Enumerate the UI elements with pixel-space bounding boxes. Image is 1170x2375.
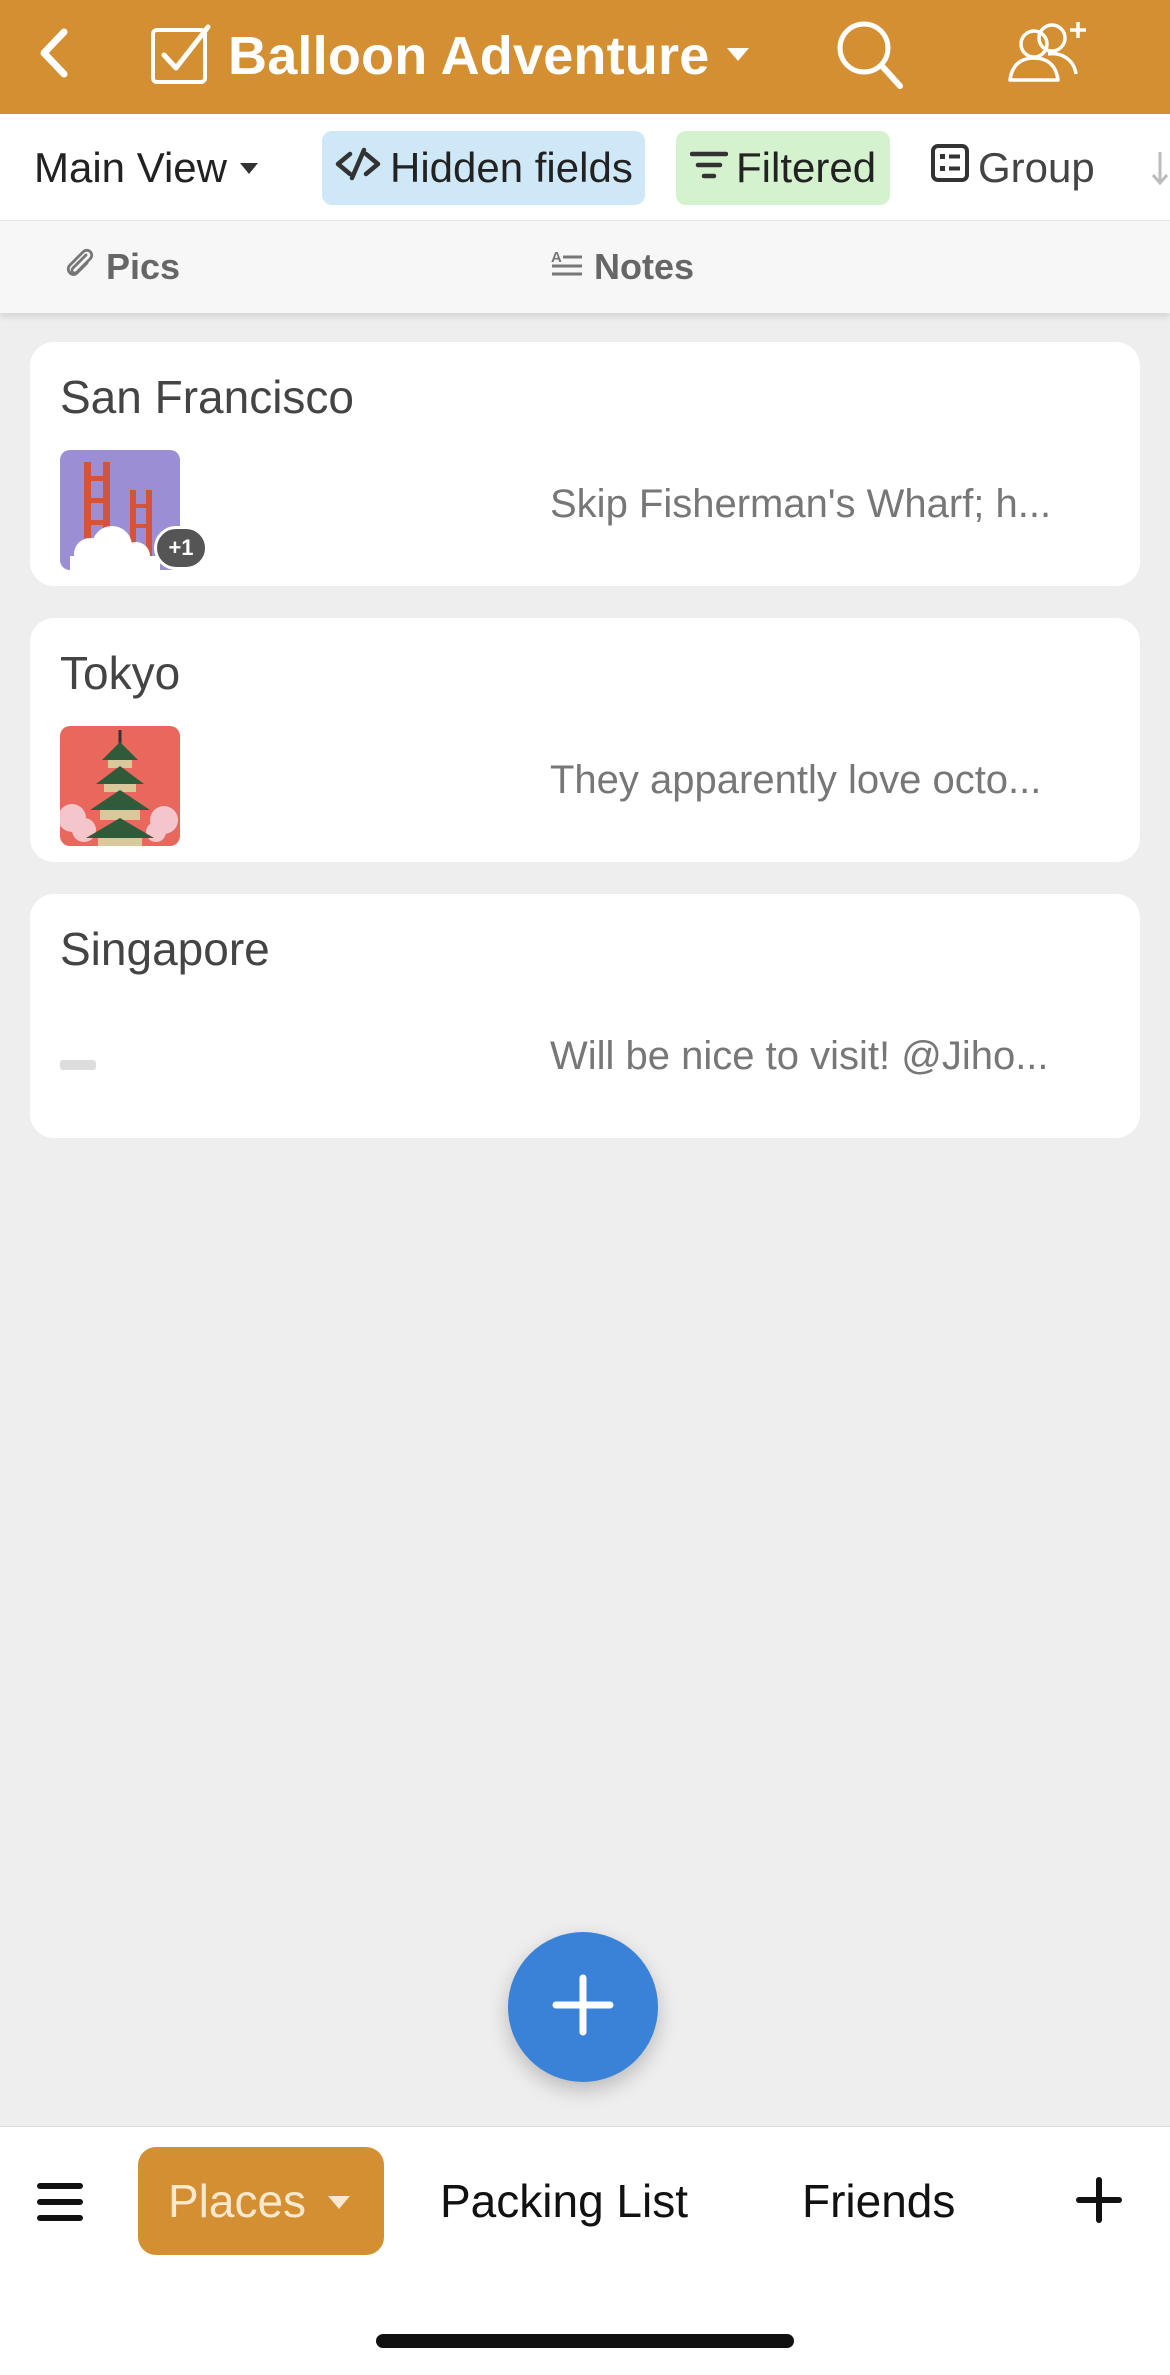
- filter-icon: [689, 144, 729, 192]
- eye-hidden-icon: [334, 144, 382, 192]
- view-name-label: Main View: [34, 144, 227, 191]
- hamburger-menu-icon[interactable]: [36, 2177, 90, 2227]
- column-pics[interactable]: Pics: [62, 221, 180, 313]
- add-record-button[interactable]: [508, 1932, 658, 2082]
- top-bar: Balloon Adventure: [0, 0, 1170, 114]
- plus-icon: [550, 1972, 616, 2043]
- back-chevron-icon[interactable]: [22, 18, 92, 88]
- record-name: San Francisco: [60, 371, 355, 423]
- column-notes-label: Notes: [594, 246, 695, 287]
- record-name: Tokyo: [60, 647, 181, 699]
- paperclip-icon: [62, 245, 96, 290]
- view-switcher-button[interactable]: Main View: [34, 131, 263, 205]
- add-table-icon[interactable]: [1074, 2175, 1124, 2225]
- caret-down-icon: [324, 2174, 354, 2228]
- record-note: Will be nice to visit! @Jiho...: [550, 1034, 1049, 1078]
- group-label: Group: [978, 144, 1095, 191]
- record-card[interactable]: Tokyo They apparently love octo...: [30, 618, 1140, 862]
- long-text-icon: A: [550, 246, 584, 288]
- column-pics-label: Pics: [106, 246, 181, 287]
- record-card[interactable]: San Francisco +1 Skip Fisherman's Wharf;…: [30, 342, 1140, 586]
- extra-attachments-badge: +1: [154, 526, 208, 570]
- filter-button[interactable]: Filtered: [676, 131, 891, 205]
- checkbox-icon: [148, 21, 214, 92]
- record-card[interactable]: Singapore Will be nice to visit! @Jiho..…: [30, 894, 1140, 1138]
- hidden-fields-button[interactable]: Hidden fields: [322, 131, 645, 205]
- base-title-button[interactable]: Balloon Adventure: [148, 14, 753, 98]
- caret-down-icon: [723, 39, 753, 74]
- column-notes[interactable]: A Notes: [550, 221, 694, 313]
- record-name: Singapore: [60, 923, 270, 975]
- record-note: Skip Fisherman's Wharf; h...: [550, 482, 1052, 526]
- hidden-fields-label: Hidden fields: [390, 144, 633, 191]
- tab-places-label: Places: [167, 2175, 307, 2227]
- group-button[interactable]: Group: [930, 131, 1095, 205]
- group-icon: [930, 143, 970, 193]
- home-indicator: [376, 2334, 794, 2348]
- caret-down-icon: [235, 144, 263, 192]
- view-toolbar: Main View Hidden fields Filtered Group: [0, 114, 1170, 220]
- tab-friends[interactable]: Friends: [802, 2147, 955, 2255]
- svg-text:A: A: [551, 249, 562, 266]
- filtered-label: Filtered: [736, 144, 877, 191]
- share-users-icon[interactable]: [1004, 14, 1100, 94]
- base-title: Balloon Adventure: [228, 26, 710, 86]
- search-icon[interactable]: [830, 14, 910, 94]
- record-note: They apparently love octo...: [550, 758, 1042, 802]
- empty-attachment-placeholder: [60, 1060, 96, 1070]
- sort-icon[interactable]: [1150, 131, 1170, 205]
- column-header: Pics A Notes: [0, 220, 1170, 313]
- pagoda-thumbnail[interactable]: [60, 726, 180, 846]
- tab-places[interactable]: Places: [138, 2147, 384, 2255]
- tab-packing-list[interactable]: Packing List: [440, 2147, 688, 2255]
